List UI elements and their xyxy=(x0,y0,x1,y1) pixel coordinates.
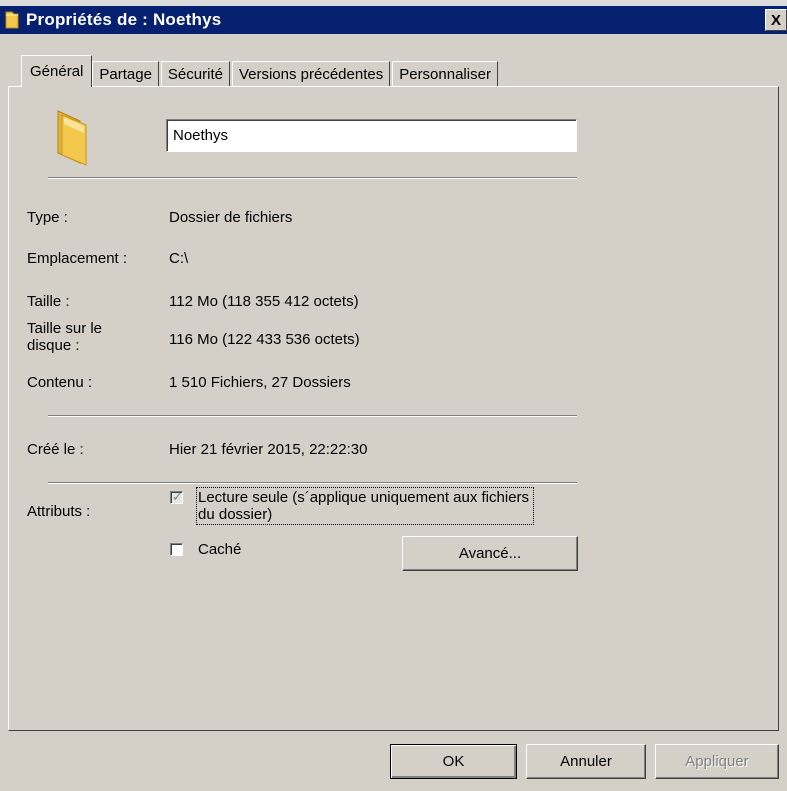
separator xyxy=(48,482,577,484)
size-value: 112 Mo (118 355 412 octets) xyxy=(169,293,359,310)
folder-icon xyxy=(4,11,20,29)
separator xyxy=(48,177,577,179)
cancel-button[interactable]: Annuler xyxy=(526,744,646,779)
size-on-disk-value: 116 Mo (122 433 536 octets) xyxy=(169,331,360,348)
size-label: Taille : xyxy=(27,293,70,310)
created-value: Hier 21 février 2015, 22:22:30 xyxy=(169,441,368,458)
readonly-checkbox[interactable]: ✓ xyxy=(170,489,183,504)
tab-versions-precedentes[interactable]: Versions précédentes xyxy=(231,61,391,87)
tab-strip: Général Partage Sécurité Versions précéd… xyxy=(21,55,500,87)
checkmark-icon: ✓ xyxy=(172,489,183,504)
separator xyxy=(48,415,577,417)
folder-name-input[interactable] xyxy=(166,119,577,152)
location-label: Emplacement : xyxy=(27,250,128,267)
tab-securite[interactable]: Sécurité xyxy=(160,61,230,87)
close-button[interactable]: X xyxy=(765,9,787,31)
title-bar[interactable]: Propriétés de : Noethys X xyxy=(0,6,787,34)
readonly-checkbox-label[interactable]: Lecture seule (s´applique uniquement aux… xyxy=(196,487,534,525)
ok-button[interactable]: OK xyxy=(390,744,517,779)
type-value: Dossier de fichiers xyxy=(169,209,293,226)
hidden-checkbox-label[interactable]: Caché xyxy=(198,541,241,558)
folder-icon xyxy=(52,107,100,167)
tab-personnaliser[interactable]: Personnaliser xyxy=(392,61,498,87)
attributes-label: Attributs : xyxy=(27,503,91,520)
tab-panel-general xyxy=(8,86,779,731)
tab-partage[interactable]: Partage xyxy=(92,61,159,87)
size-on-disk-label: Taille sur le disque : xyxy=(27,320,103,354)
tab-general[interactable]: Général xyxy=(21,55,93,87)
properties-dialog: Propriétés de : Noethys X Général Partag… xyxy=(0,6,787,791)
hidden-checkbox[interactable] xyxy=(170,543,183,556)
advanced-button[interactable]: Avancé... xyxy=(402,536,578,571)
type-label: Type : xyxy=(27,209,68,226)
contents-label: Contenu : xyxy=(27,374,93,391)
location-value: C:\ xyxy=(169,250,189,267)
apply-button: Appliquer xyxy=(655,744,779,779)
window-title: Propriétés de : Noethys xyxy=(26,10,222,29)
contents-value: 1 510 Fichiers, 27 Dossiers xyxy=(169,374,351,391)
created-label: Créé le : xyxy=(27,441,84,458)
